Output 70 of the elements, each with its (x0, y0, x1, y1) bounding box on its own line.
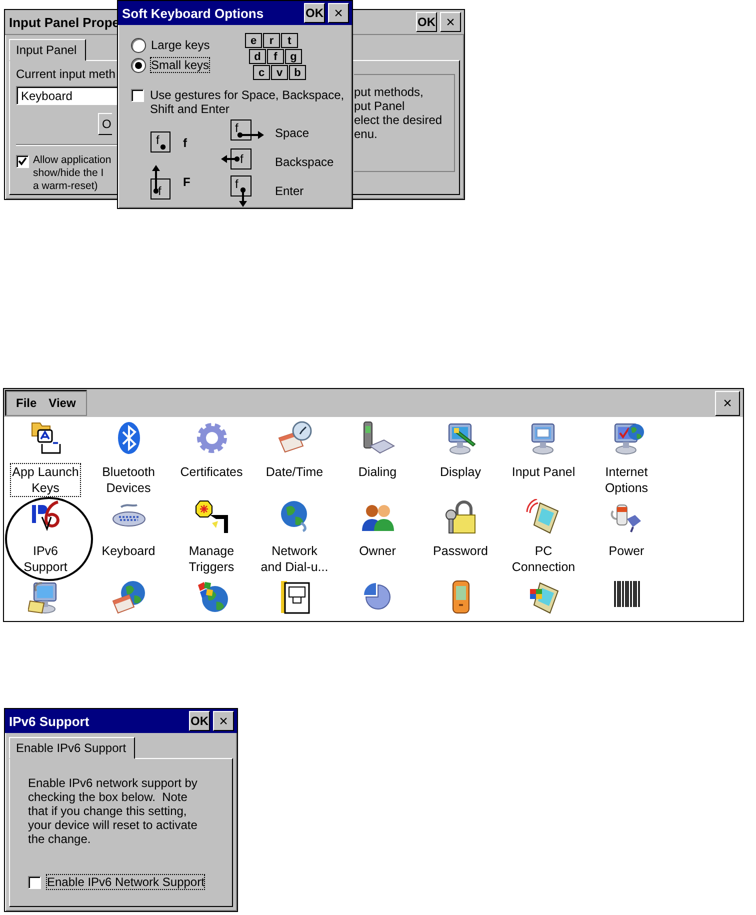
info-text: enu. (354, 127, 378, 141)
item-label[interactable]: Owner (357, 542, 398, 560)
gesture-drawing: f (149, 124, 173, 160)
gesture-label: f (183, 136, 187, 150)
gesture-drawing: f (149, 164, 173, 200)
item-label[interactable]: Input Panel (510, 463, 578, 481)
gesture-label: Enter (275, 184, 304, 198)
checkbox-label: show/hide the I (33, 167, 105, 180)
menu-item[interactable]: File (10, 394, 43, 412)
gesture-label: F (183, 174, 190, 188)
checkbox-label: Use gestures for Space, Backspace, Shift and Enter (150, 88, 345, 116)
window-title: Soft Keyboard Options (122, 6, 264, 20)
tab[interactable]: Enable IPv6 Support (9, 737, 136, 759)
key: t (281, 33, 298, 48)
handheld-signal-icon[interactable] (526, 499, 562, 535)
item-label[interactable]: Date/Time (264, 463, 326, 481)
globe-calendar-icon[interactable] (110, 578, 148, 616)
item-label[interactable]: Dialing (356, 463, 399, 481)
key: g (285, 49, 302, 64)
key: b (289, 65, 306, 80)
key: v (271, 65, 288, 80)
input-method-field[interactable]: Keyboard (16, 86, 120, 105)
key: d (249, 49, 266, 64)
key: e (245, 33, 262, 48)
item-label[interactable]: Password (431, 542, 490, 560)
options-button[interactable]: O (98, 113, 112, 135)
radio-button[interactable] (131, 38, 146, 52)
gesture-drawing: f (221, 146, 265, 178)
window-title: IPv6 Support (9, 714, 90, 728)
close-button[interactable]: × (715, 390, 740, 416)
item-label[interactable]: Internet Options (602, 463, 650, 497)
item-label[interactable]: Bluetooth Devices (100, 463, 157, 497)
close-button[interactable]: × (213, 711, 234, 731)
item-label[interactable]: IPv6 Support (22, 542, 70, 576)
item-label[interactable]: Manage Triggers (186, 542, 236, 576)
menu-item[interactable]: View (42, 394, 82, 412)
key: f (267, 49, 284, 64)
checkbox[interactable] (28, 876, 41, 888)
item-label[interactable]: Network and Dial-u... (258, 542, 330, 576)
ok-button[interactable]: OK (304, 3, 325, 23)
gesture-label: Space (275, 126, 310, 140)
checkbox-label: a warm-reset) (33, 180, 99, 193)
item-label[interactable]: Keyboard (100, 542, 158, 560)
item-label[interactable]: Display (438, 463, 483, 481)
info-text: put methods, (354, 85, 424, 99)
key: c (253, 65, 270, 80)
trigger-icon[interactable] (194, 499, 230, 535)
radio-label: Large keys (150, 37, 211, 53)
radio-label: Small keys (150, 57, 210, 73)
item-label[interactable]: App Launch Keys (10, 463, 81, 497)
checkbox[interactable] (131, 89, 144, 102)
close-button[interactable]: × (328, 3, 349, 23)
item-label[interactable]: Certificates (178, 463, 245, 481)
padlock-icon[interactable] (442, 499, 478, 535)
item-label[interactable]: Power (606, 542, 646, 560)
item-label[interactable]: PC Connection (510, 542, 578, 576)
info-text: elect the desired (354, 113, 444, 127)
gesture-drawing: f (221, 116, 265, 148)
checkbox-label: Allow application (33, 154, 112, 167)
field-label: Current input meth (16, 67, 116, 81)
key: r (263, 33, 280, 48)
checkbox-label: Enable IPv6 Network Support (46, 874, 206, 890)
checkbox[interactable] (16, 155, 29, 168)
radio-button[interactable] (131, 58, 146, 72)
info-text: put Panel (354, 99, 406, 113)
tab[interactable]: Input Panel (9, 39, 86, 61)
gesture-drawing: f (221, 174, 265, 206)
ok-button[interactable]: OK (189, 711, 210, 731)
gesture-label: Backspace (275, 154, 334, 168)
description-text: Enable IPv6 network support by checking the box below. Note that if you change this setting, your device will reset to activate the change. (28, 776, 198, 846)
